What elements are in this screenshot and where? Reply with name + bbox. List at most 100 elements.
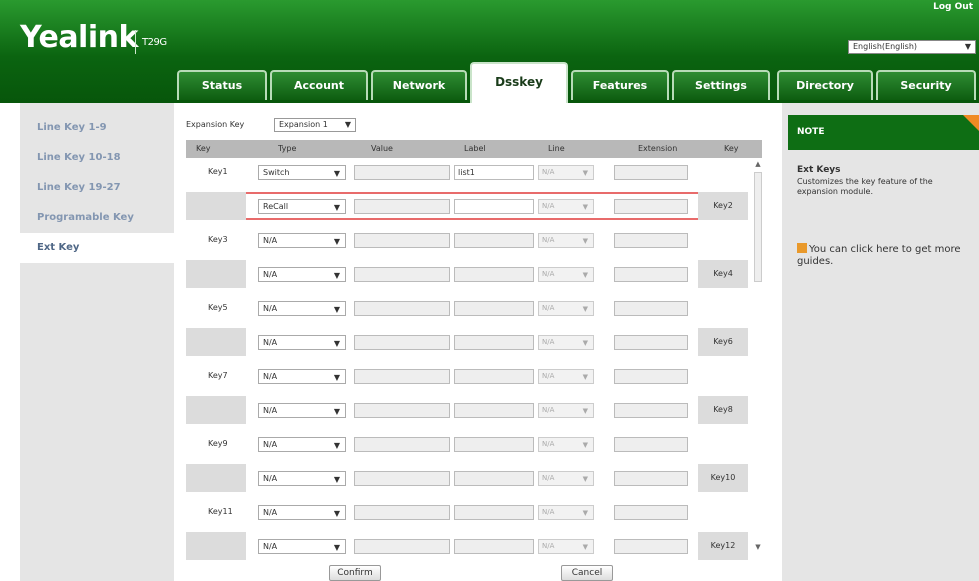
key-left-cell <box>186 260 246 288</box>
extension-input[interactable] <box>614 539 688 554</box>
value-input[interactable] <box>354 335 450 350</box>
extension-input[interactable] <box>614 165 688 180</box>
cancel-button[interactable]: Cancel <box>561 565 613 581</box>
type-select[interactable]: N/A ▼ <box>258 539 346 554</box>
value-input[interactable] <box>354 471 450 486</box>
note-panel: NOTE Ext Keys Customizes the key feature… <box>782 103 979 581</box>
table-scrollbar[interactable]: ▲ ▼ <box>752 158 764 553</box>
type-select[interactable]: N/A ▼ <box>258 505 346 520</box>
guide-link[interactable]: You can click here to get more guides. <box>797 243 977 268</box>
type-select[interactable]: N/A ▼ <box>258 437 346 452</box>
tab-settings[interactable]: Settings <box>672 70 770 100</box>
type-select[interactable]: N/A ▼ <box>258 369 346 384</box>
sidebar-item-line-key-19-27[interactable]: Line Key 19-27 <box>20 173 174 203</box>
scroll-thumb[interactable] <box>754 172 762 282</box>
line-value: N/A <box>542 474 555 482</box>
key-right-cell <box>698 294 748 322</box>
line-value: N/A <box>542 372 555 380</box>
label-input[interactable] <box>454 471 534 486</box>
type-select[interactable]: N/A ▼ <box>258 267 346 282</box>
label-input[interactable] <box>454 403 534 418</box>
line-select[interactable]: N/A ▼ <box>538 165 594 180</box>
scroll-down-icon[interactable]: ▼ <box>752 541 764 553</box>
extension-input[interactable] <box>614 335 688 350</box>
key-left-cell <box>186 328 246 356</box>
value-input[interactable] <box>354 267 450 282</box>
type-select[interactable]: ReCall ▼ <box>258 199 346 214</box>
type-select[interactable]: N/A ▼ <box>258 403 346 418</box>
extension-input[interactable] <box>614 199 688 214</box>
line-select[interactable]: N/A ▼ <box>538 335 594 350</box>
line-select[interactable]: N/A ▼ <box>538 403 594 418</box>
type-select[interactable]: Switch ▼ <box>258 165 346 180</box>
sidebar-item-ext-key[interactable]: Ext Key <box>20 233 174 263</box>
extension-input[interactable] <box>614 369 688 384</box>
label-input[interactable] <box>454 437 534 452</box>
line-select[interactable]: N/A ▼ <box>538 471 594 486</box>
tab-dsskey[interactable]: Dsskey <box>470 62 568 103</box>
type-select[interactable]: N/A ▼ <box>258 301 346 316</box>
chevron-down-icon: ▼ <box>582 475 588 483</box>
value-input[interactable] <box>354 233 450 248</box>
value-input[interactable] <box>354 199 450 214</box>
extension-input[interactable] <box>614 403 688 418</box>
language-select[interactable]: English(English) ▼ <box>848 40 976 54</box>
value-input[interactable] <box>354 437 450 452</box>
label-input[interactable] <box>454 301 534 316</box>
tab-status[interactable]: Status <box>177 70 267 100</box>
tab-account[interactable]: Account <box>270 70 368 100</box>
line-select[interactable]: N/A ▼ <box>538 267 594 282</box>
chevron-down-icon: ▼ <box>333 237 340 246</box>
value-input[interactable] <box>354 539 450 554</box>
tab-directory[interactable]: Directory <box>777 70 873 100</box>
label-input[interactable] <box>454 267 534 282</box>
note-text: Customizes the key feature of the expans… <box>797 177 933 196</box>
key-right-cell <box>698 158 748 186</box>
tab-network[interactable]: Network <box>371 70 467 100</box>
logout-link[interactable]: Log Out <box>933 2 973 12</box>
type-select[interactable]: N/A ▼ <box>258 335 346 350</box>
label-input[interactable] <box>454 335 534 350</box>
line-select[interactable]: N/A ▼ <box>538 233 594 248</box>
type-select[interactable]: N/A ▼ <box>258 233 346 248</box>
tab-security[interactable]: Security <box>876 70 976 100</box>
confirm-button[interactable]: Confirm <box>329 565 381 581</box>
value-input[interactable] <box>354 505 450 520</box>
sidebar-item-line-key-1-9[interactable]: Line Key 1-9 <box>20 113 174 143</box>
extension-input[interactable] <box>614 267 688 282</box>
value-input[interactable] <box>354 369 450 384</box>
extension-input[interactable] <box>614 301 688 316</box>
value-input[interactable] <box>354 165 450 180</box>
line-select[interactable]: N/A ▼ <box>538 369 594 384</box>
line-select[interactable]: N/A ▼ <box>538 437 594 452</box>
scroll-up-icon[interactable]: ▲ <box>752 158 764 170</box>
expansion-key-label: Expansion Key <box>186 120 245 129</box>
label-input[interactable] <box>454 539 534 554</box>
table-row: N/A ▼ N/A ▼ Key10 <box>186 464 748 492</box>
label-input[interactable] <box>454 505 534 520</box>
label-input[interactable] <box>454 233 534 248</box>
sidebar-item-line-key-10-18[interactable]: Line Key 10-18 <box>20 143 174 173</box>
line-select[interactable]: N/A ▼ <box>538 539 594 554</box>
expansion-select[interactable]: Expansion 1 ▼ <box>274 118 356 132</box>
chevron-down-icon: ▼ <box>333 169 340 178</box>
extension-input[interactable] <box>614 233 688 248</box>
key-left-cell: Key3 <box>208 235 228 244</box>
chevron-down-icon: ▼ <box>344 120 351 129</box>
value-input[interactable] <box>354 301 450 316</box>
extension-input[interactable] <box>614 437 688 452</box>
extension-input[interactable] <box>614 471 688 486</box>
sidebar-item-programable-key[interactable]: Programable Key <box>20 203 174 233</box>
line-select[interactable]: N/A ▼ <box>538 199 594 214</box>
label-input[interactable] <box>454 199 534 214</box>
type-select[interactable]: N/A ▼ <box>258 471 346 486</box>
line-select[interactable]: N/A ▼ <box>538 301 594 316</box>
value-input[interactable] <box>354 403 450 418</box>
tab-features[interactable]: Features <box>571 70 669 100</box>
table-row: ReCall ▼ N/A ▼ Key2 <box>186 192 748 220</box>
label-input[interactable] <box>454 369 534 384</box>
chevron-down-icon: ▼ <box>333 509 340 518</box>
label-input[interactable]: list1 <box>454 165 534 180</box>
line-select[interactable]: N/A ▼ <box>538 505 594 520</box>
extension-input[interactable] <box>614 505 688 520</box>
